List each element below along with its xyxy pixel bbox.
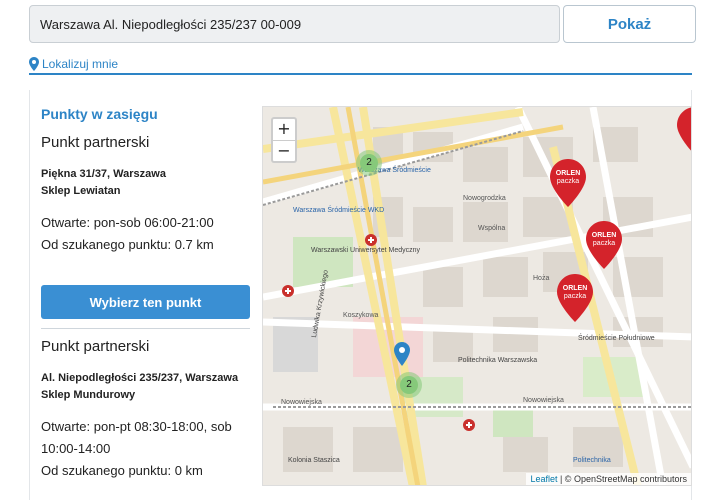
- orlen-brand: ORLEN: [555, 170, 581, 177]
- zoom-out-button[interactable]: −: [273, 140, 295, 161]
- orlen-marker-label: ORLEN paczka: [557, 285, 593, 301]
- location-pin-icon: [29, 57, 39, 71]
- orlen-brand-sub: paczka: [556, 178, 580, 185]
- orlen-brand-sub: paczka: [563, 293, 587, 300]
- orlen-marker-label: ORLEN paczka: [550, 170, 586, 186]
- cluster-count: 2: [360, 154, 378, 172]
- address-search-input[interactable]: [29, 5, 560, 43]
- map[interactable]: Warszawa Śródmieście Warszawa Śródmieści…: [262, 106, 692, 486]
- select-point-button[interactable]: Wybierz ten punkt: [41, 285, 250, 319]
- locate-underline: [29, 73, 692, 75]
- map-label-poli: Politechnika Warszawska: [458, 357, 538, 364]
- map-label-uni: Warszawski Uniwersytet Medyczny: [311, 247, 421, 254]
- point-type: Punkt partnerski: [41, 134, 150, 151]
- point-card: Punkt partnerski Al. Niepodległości 235/…: [41, 338, 251, 482]
- map-label-street: Nowowiejska: [281, 399, 322, 406]
- point-hours: Otwarte: pon-pt 08:30-18:00, sob 10:00-1…: [41, 419, 232, 456]
- point-distance: Od szukanego punktu: 0.7 km: [41, 237, 214, 252]
- map-label-street: Nowowiejska: [523, 397, 564, 404]
- divider: [41, 328, 250, 329]
- cluster-marker[interactable]: 2: [356, 150, 382, 176]
- point-address-line: Piękna 31/37, Warszawa: [41, 168, 166, 180]
- search-location-pin-icon[interactable]: [394, 342, 410, 366]
- show-button[interactable]: Pokaż: [563, 5, 696, 43]
- orlen-marker-label: ORLEN paczka: [586, 232, 622, 248]
- orlen-paczka-marker[interactable]: [677, 107, 691, 155]
- locate-me-link[interactable]: Lokalizuj mnie: [42, 57, 118, 71]
- search-bar: Pokaż: [29, 5, 696, 43]
- orlen-brand: ORLEN: [591, 232, 617, 239]
- map-label-street: Hoża: [533, 275, 550, 282]
- map-label-street: Nowogrodzka: [463, 195, 506, 202]
- point-shop-name: Sklep Mundurowy: [41, 389, 136, 401]
- map-label-colony: Kolonia Staszica: [288, 457, 340, 464]
- point-card: Punkt partnerski Piękna 31/37, Warszawa …: [41, 134, 251, 319]
- point-distance: Od szukanego punktu: 0 km: [41, 463, 203, 478]
- point-hours: Otwarte: pon-sob 06:00-21:00: [41, 215, 214, 230]
- map-tiles: [263, 107, 691, 485]
- orlen-pin-icon: [677, 107, 691, 151]
- point-address: Piękna 31/37, Warszawa Sklep Lewiatan: [41, 166, 251, 200]
- point-shop-name: Sklep Lewiatan: [41, 185, 121, 197]
- cluster-count: 2: [400, 376, 418, 394]
- map-label-station: Warszawa Śródmieście WKD: [293, 207, 385, 214]
- locate-me-row[interactable]: Lokalizuj mnie: [29, 55, 118, 73]
- map-label-poli: Politechnika: [573, 457, 611, 464]
- leaflet-link[interactable]: Leaflet: [530, 474, 557, 484]
- orlen-brand-sub: paczka: [592, 240, 616, 247]
- point-address-line: Al. Niepodległości 235/237, Warszawa: [41, 372, 239, 384]
- point-type: Punkt partnerski: [41, 338, 150, 355]
- point-address: Al. Niepodległości 235/237, Warszawa Skl…: [41, 370, 251, 404]
- orlen-paczka-marker[interactable]: ORLEN paczka: [557, 274, 593, 322]
- map-label-district: Śródmieście Południowe: [578, 335, 655, 342]
- orlen-paczka-marker[interactable]: ORLEN paczka: [586, 221, 622, 269]
- results-list: Punkty w zasięgu Punkt partnerski Piękna…: [41, 106, 251, 482]
- section-title: Punkty w zasięgu: [41, 106, 158, 122]
- zoom-control: + −: [271, 117, 297, 163]
- osm-attribution: | © OpenStreetMap contributors: [557, 474, 687, 484]
- map-label-street: Wspólna: [478, 225, 506, 232]
- orlen-paczka-marker[interactable]: ORLEN paczka: [550, 159, 586, 207]
- map-attribution: Leaflet | © OpenStreetMap contributors: [526, 473, 691, 485]
- orlen-brand: ORLEN: [562, 285, 588, 292]
- zoom-in-button[interactable]: +: [273, 119, 295, 140]
- map-label-street: Koszykowa: [343, 312, 379, 319]
- cluster-marker[interactable]: 2: [396, 372, 422, 398]
